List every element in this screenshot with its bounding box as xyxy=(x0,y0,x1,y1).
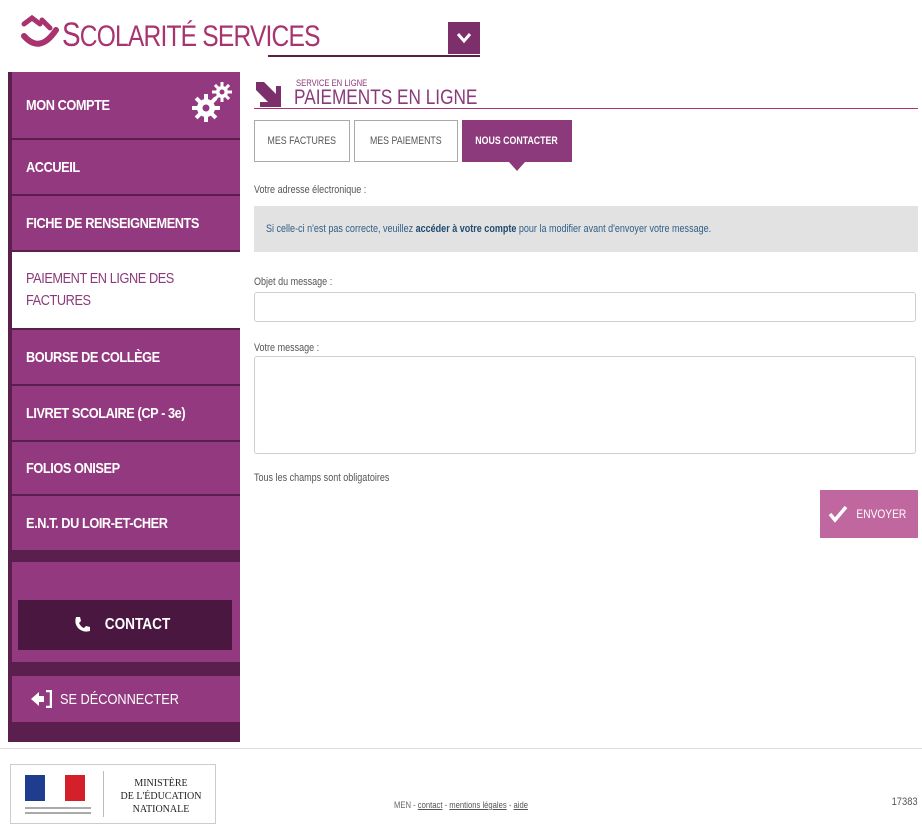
info-suffix: pour la modifier avant d'envoyer votre m… xyxy=(516,223,712,235)
sidebar-item-home[interactable]: ACCUEIL xyxy=(12,140,240,194)
footer-link-help[interactable]: aide xyxy=(513,800,527,810)
logout-button[interactable]: SE DÉCONNECTER xyxy=(12,676,240,722)
chevron-down-icon xyxy=(456,33,472,44)
phone-icon xyxy=(75,617,91,632)
tab-label: MES PAIEMENTS xyxy=(370,135,442,147)
footer-prefix: MEN - xyxy=(394,800,418,810)
send-button-label: ENVOYER xyxy=(856,507,906,521)
checkmark-icon xyxy=(828,505,847,523)
logout-button-label: SE DÉCONNECTER xyxy=(60,690,180,708)
ministry-line: MINISTÈRE xyxy=(134,778,188,789)
contact-button-label: CONTACT xyxy=(105,616,171,633)
email-label: Votre adresse électronique : xyxy=(254,184,367,196)
tab-payments[interactable]: MES PAIEMENTS xyxy=(354,120,458,162)
app-title: SCOLARITÉ SERVICES xyxy=(62,16,320,55)
ministry-line: DE L'ÉDUCATION xyxy=(120,791,202,802)
sidebar-item-label: E.N.T. DU LOIR-ET-CHER xyxy=(26,514,168,532)
message-label: Votre message : xyxy=(254,342,320,354)
service-arrow-icon xyxy=(256,82,281,107)
sidebar-item-account[interactable]: MON COMPTE xyxy=(12,72,240,138)
establishment-select[interactable] xyxy=(268,55,480,57)
ministry-logo: MINISTÈRE DE L'ÉDUCATION NATIONALE xyxy=(10,764,216,824)
sidebar-item-online-payment[interactable]: PAIEMENT EN LIGNE DES FACTURES xyxy=(12,252,240,328)
establishment-select-button[interactable] xyxy=(448,22,480,54)
republic-motto-mark xyxy=(25,805,97,817)
sidebar: MON COMPTE ACCUEIL FICHE DE RENSEIGNEMEN… xyxy=(8,72,240,742)
email-info-text: Si celle-ci n'est pas correcte, veuillez… xyxy=(266,223,711,235)
footer-link-legal[interactable]: mentions légales xyxy=(449,800,506,810)
ministry-logo-divider xyxy=(103,771,104,817)
sign-out-icon xyxy=(31,690,52,708)
app-title-rest: COLARITÉ SERVICES xyxy=(79,20,321,53)
sidebar-item-scholarship[interactable]: BOURSE DE COLLÈGE xyxy=(12,330,240,384)
brand-logo-icon xyxy=(21,14,59,47)
email-info-box: Si celle-ci n'est pas correcte, veuillez… xyxy=(254,206,918,252)
tab-invoices[interactable]: MES FACTURES xyxy=(254,120,350,162)
sidebar-item-label: MON COMPTE xyxy=(26,96,110,114)
sidebar-item-ent[interactable]: E.N.T. DU LOIR-ET-CHER xyxy=(12,496,240,550)
sidebar-item-label: LIVRET SCOLAIRE (CP - 3e) xyxy=(26,404,186,422)
tab-label: NOUS CONTACTER xyxy=(475,135,559,147)
app-title-initial: S xyxy=(62,16,81,54)
footer-links: MEN - contact - mentions légales - aide xyxy=(394,800,528,810)
french-flag-icon xyxy=(25,775,85,801)
account-link[interactable]: accéder à votre compte xyxy=(416,223,517,235)
footer-version-code: 17383 xyxy=(891,796,918,808)
tab-label: MES FACTURES xyxy=(267,135,337,147)
footer-link-contact[interactable]: contact xyxy=(418,800,443,810)
subject-input[interactable] xyxy=(254,292,916,322)
sidebar-item-label: ACCUEIL xyxy=(26,158,80,176)
sidebar-item-folios[interactable]: FOLIOS ONISEP xyxy=(12,442,240,494)
subject-label: Objet du message : xyxy=(254,276,333,288)
sidebar-item-label: BOURSE DE COLLÈGE xyxy=(26,348,160,366)
sidebar-item-info-sheet[interactable]: FICHE DE RENSEIGNEMENTS xyxy=(12,196,240,250)
sidebar-item-school-report[interactable]: LIVRET SCOLAIRE (CP - 3e) xyxy=(12,386,240,440)
send-button[interactable]: ENVOYER xyxy=(820,490,918,538)
title-divider xyxy=(254,108,918,109)
sidebar-item-label: PAIEMENT EN LIGNE DES FACTURES xyxy=(26,270,174,309)
required-fields-note: Tous les champs sont obligatoires xyxy=(254,472,390,484)
ministry-line: NATIONALE xyxy=(132,804,190,815)
footer-separator: - xyxy=(442,800,450,810)
sidebar-item-label: FICHE DE RENSEIGNEMENTS xyxy=(26,214,200,232)
footer-divider xyxy=(0,748,922,749)
header: SCOLARITÉ SERVICES xyxy=(0,0,922,72)
ministry-name: MINISTÈRE DE L'ÉDUCATION NATIONALE xyxy=(107,777,215,816)
info-prefix: Si celle-ci n'est pas correcte, veuillez xyxy=(266,223,416,235)
gears-icon xyxy=(192,82,232,122)
contact-button[interactable]: CONTACT xyxy=(18,600,232,650)
tab-contact[interactable]: NOUS CONTACTER xyxy=(462,120,572,162)
active-tab-pointer xyxy=(509,162,525,171)
sidebar-item-label: FOLIOS ONISEP xyxy=(26,459,120,477)
footer-separator: - xyxy=(506,800,514,810)
message-textarea[interactable] xyxy=(254,356,916,454)
page-title: PAIEMENTS EN LIGNE xyxy=(294,86,478,109)
